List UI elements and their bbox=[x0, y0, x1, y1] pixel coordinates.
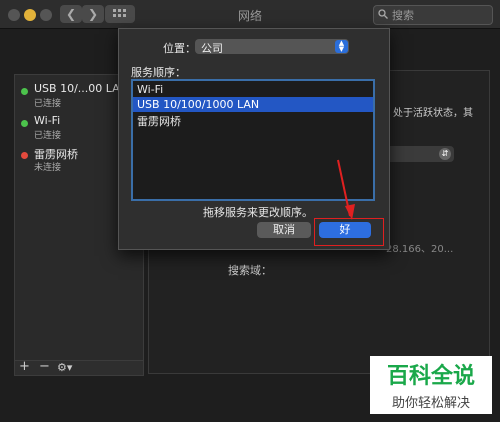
watermark-logo: 百科全说 助你轻松解决 bbox=[370, 356, 492, 414]
watermark-title: 百科全说 bbox=[386, 364, 475, 389]
watermark-subtitle: 助你轻松解决 bbox=[391, 396, 470, 411]
